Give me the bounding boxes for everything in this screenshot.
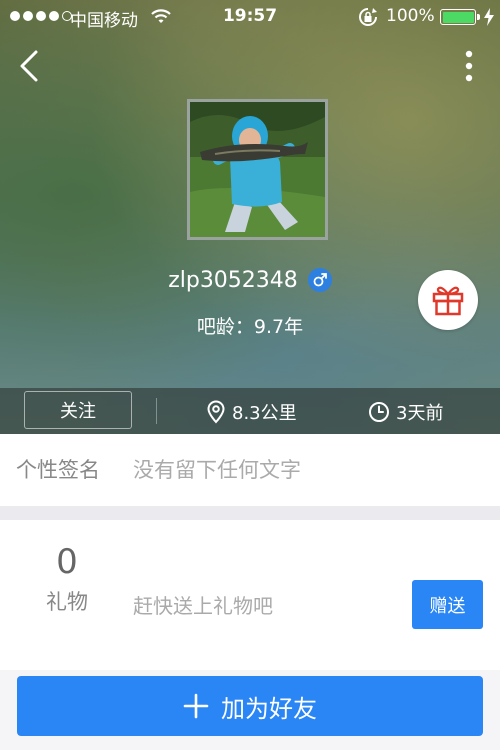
section-separator [0,506,500,520]
last-active-info: 3天前 [368,399,443,425]
more-vertical-icon [465,50,473,82]
gift-count: 0 [56,542,78,582]
charging-icon [483,8,495,31]
gift-label: 礼物 [46,590,88,614]
gift-icon [432,286,464,316]
gift-button[interactable] [418,270,478,330]
divider [156,398,157,424]
distance-info: 8.3公里 [206,399,297,425]
gifts-section: 0 礼物 赶快送上礼物吧 赠送 [0,520,500,670]
signature-text: 没有留下任何文字 [133,458,301,482]
distance-value: 8.3公里 [232,403,297,424]
signature-section: 个性签名 没有留下任何文字 [0,434,500,506]
male-icon [307,268,332,292]
add-friend-label: 加为好友 [221,694,317,723]
profile-page: 中国移动 19:57 100% zlp3052348 吧龄：9.7年 关注 8.… [0,0,500,750]
add-friend-button[interactable]: 加为好友 [17,676,483,736]
follow-button[interactable]: 关注 [24,391,132,429]
location-pin-icon [207,400,225,424]
status-bar: 中国移动 19:57 100% [0,0,500,34]
back-button[interactable] [14,48,50,84]
more-options-button[interactable] [454,48,484,84]
avatar-photo [190,102,325,237]
battery-percentage: 100% [386,6,435,26]
last-active-value: 3天前 [396,403,444,424]
signature-label: 个性签名 [16,458,100,482]
send-gift-button[interactable]: 赠送 [412,580,483,629]
profile-stats-bar: 关注 8.3公里 3天前 [0,388,500,434]
chevron-left-icon [20,50,38,82]
rotation-lock-icon [358,7,378,32]
clock-icon [369,402,389,422]
gift-hint: 赶快送上礼物吧 [133,594,273,618]
battery-icon [440,9,476,25]
avatar[interactable] [187,99,328,240]
username: zlp3052348 [168,267,298,293]
plus-icon [183,693,209,719]
